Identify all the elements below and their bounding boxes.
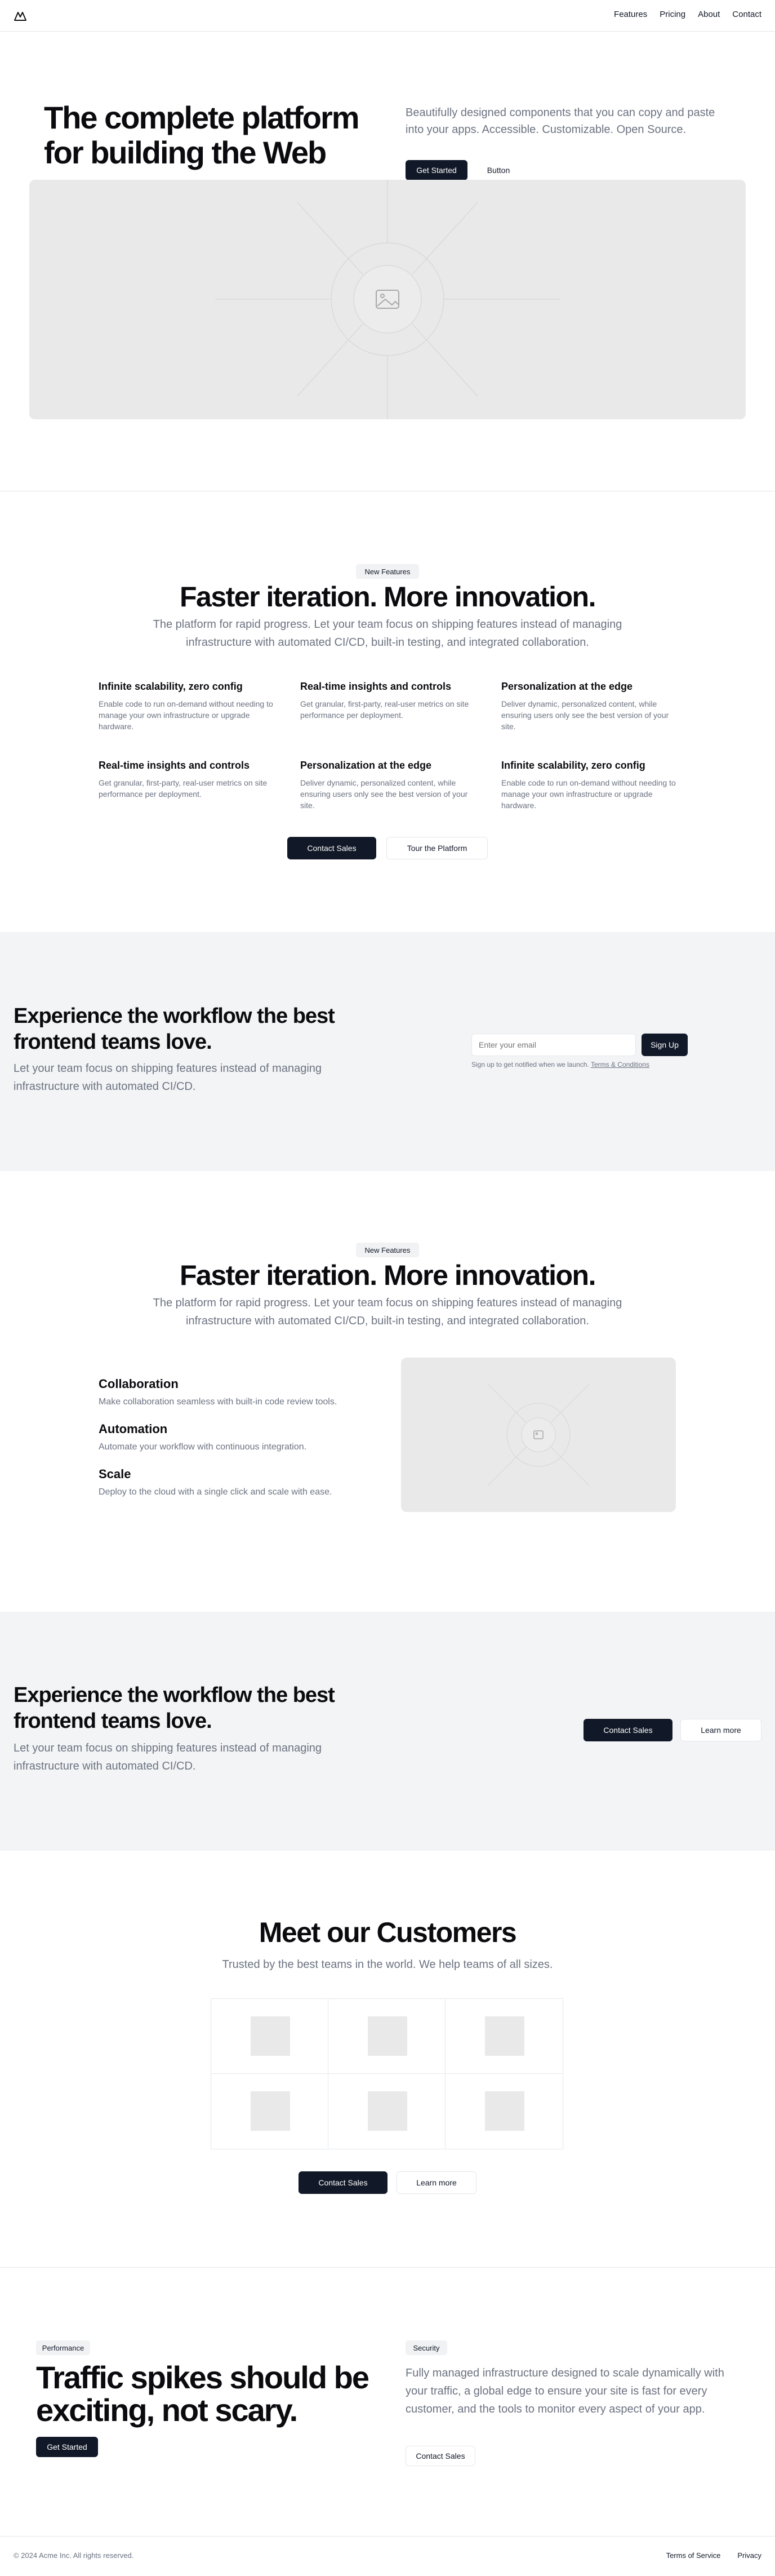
customers-title: Meet our Customers — [259, 1917, 517, 1948]
features2-subtitle: The platform for rapid progress. Let you… — [153, 1297, 622, 1327]
feature-title: Automation — [99, 1422, 168, 1436]
learn-more-button[interactable]: Learn more — [397, 2171, 476, 2194]
cta-subtitle: Let your team focus on shipping features… — [14, 1742, 322, 1772]
nav-features[interactable]: Features — [614, 10, 647, 19]
feature-text: Get granular, first-party, real-user met… — [99, 778, 268, 799]
customer-logo-cell — [211, 2074, 328, 2149]
new-features-badge: New Features — [356, 564, 419, 579]
feature-title: Infinite scalability, zero config — [99, 681, 243, 692]
customer-logo-cell — [446, 2074, 563, 2149]
performance-text: Fully managed infrastructure designed to… — [406, 2367, 724, 2415]
feature-text: Get granular, first-party, real-user met… — [300, 699, 469, 720]
feature-item-collaboration: Collaboration Make collaboration seamles… — [99, 1377, 391, 1407]
feature-text: Deploy to the cloud with a single click … — [99, 1487, 332, 1497]
feature-card: Real-time insights and controls Get gran… — [300, 681, 475, 721]
placeholder-graphic — [487, 1384, 590, 1486]
hero-title: The complete platform for building the W… — [44, 100, 360, 170]
copyright: © 2024 Acme Inc. All rights reserved. — [14, 2551, 134, 2560]
footer-terms-link[interactable]: Terms of Service — [666, 2551, 721, 2560]
features2-title: Faster iteration. More innovation. — [180, 1260, 596, 1291]
feature-item-scale: Scale Deploy to the cloud with a single … — [99, 1467, 391, 1497]
customer-logo — [251, 2016, 290, 2056]
feature-title: Personalization at the edge — [501, 681, 633, 692]
logo-icon[interactable] — [14, 9, 27, 23]
terms-link[interactable]: Terms & Conditions — [591, 1061, 649, 1068]
feature-card: Infinite scalability, zero config Enable… — [501, 760, 676, 811]
performance-title: Traffic spikes should be exciting, not s… — [36, 2360, 369, 2428]
footer-privacy-link[interactable]: Privacy — [737, 2551, 761, 2560]
nav-about[interactable]: About — [698, 10, 720, 19]
feature-title: Collaboration — [99, 1377, 179, 1391]
cta-subtitle: Let your team focus on shipping features… — [14, 1062, 322, 1093]
features-title: Faster iteration. More innovation. — [180, 581, 596, 613]
customer-logo-grid — [211, 1998, 563, 2149]
site-footer: © 2024 Acme Inc. All rights reserved. Te… — [0, 2536, 775, 2576]
features-subtitle: The platform for rapid progress. Let you… — [153, 618, 622, 649]
security-badge: Security — [406, 2340, 447, 2355]
customer-logo — [368, 2091, 407, 2131]
cta-title: Experience the workflow the best fronten… — [14, 1683, 335, 1733]
feature-card: Real-time insights and controls Get gran… — [99, 760, 273, 800]
performance-badge: Performance — [36, 2340, 90, 2355]
legal-text: Sign up to get notified when we launch. — [471, 1061, 589, 1068]
feature-title: Personalization at the edge — [300, 760, 432, 771]
feature-card: Infinite scalability, zero config Enable… — [99, 681, 273, 732]
email-field[interactable] — [471, 1034, 636, 1056]
customer-logo-cell — [328, 1999, 446, 2074]
feature-title: Real-time insights and controls — [99, 760, 250, 771]
contact-sales-button[interactable]: Contact Sales — [584, 1719, 672, 1741]
contact-sales-button[interactable]: Contact Sales — [299, 2171, 387, 2194]
hero-secondary-button[interactable]: Button — [474, 160, 523, 180]
tour-platform-button[interactable]: Tour the Platform — [386, 837, 488, 859]
feature-text: Make collaboration seamless with built-i… — [99, 1397, 337, 1407]
customer-logo-cell — [211, 1999, 328, 2074]
hero-subtitle: Beautifully designed components that you… — [406, 107, 715, 136]
customer-logo — [368, 2016, 407, 2056]
customer-logo-cell — [446, 1999, 563, 2074]
contact-sales-button[interactable]: Contact Sales — [406, 2446, 475, 2466]
feature-card: Personalization at the edge Deliver dyna… — [501, 681, 676, 732]
hero-image-placeholder — [29, 180, 746, 419]
feature-text: Automate your workflow with continuous i… — [99, 1442, 307, 1452]
feature-title: Real-time insights and controls — [300, 681, 452, 692]
nav-contact[interactable]: Contact — [732, 10, 761, 19]
customer-logo-cell — [328, 2074, 446, 2149]
feature-text: Deliver dynamic, personalized content, w… — [501, 699, 669, 731]
learn-more-button[interactable]: Learn more — [680, 1719, 761, 1741]
feature-item-automation: Automation Automate your workflow with c… — [99, 1422, 391, 1452]
site-header: Features Pricing About Contact — [0, 0, 775, 32]
sign-up-button[interactable]: Sign Up — [642, 1034, 688, 1056]
feature-text: Enable code to run on-demand without nee… — [501, 778, 676, 810]
feature-text: Deliver dynamic, personalized content, w… — [300, 778, 468, 810]
feature-title: Scale — [99, 1467, 131, 1481]
placeholder-graphic — [215, 180, 560, 419]
customer-logo — [251, 2091, 290, 2131]
feature-title: Infinite scalability, zero config — [501, 760, 645, 771]
section-divider — [0, 2267, 775, 2268]
footer-links: Terms of Service Privacy — [666, 2551, 761, 2560]
get-started-button[interactable]: Get Started — [36, 2437, 98, 2457]
contact-sales-button[interactable]: Contact Sales — [287, 837, 376, 859]
feature-card: Personalization at the edge Deliver dyna… — [300, 760, 475, 811]
get-started-button[interactable]: Get Started — [406, 160, 467, 180]
customer-logo — [485, 2016, 524, 2056]
main-nav: Features Pricing About Contact — [614, 10, 761, 19]
feature-text: Enable code to run on-demand without nee… — [99, 699, 273, 731]
cta-title: Experience the workflow the best fronten… — [14, 1004, 335, 1054]
feature-image-placeholder — [401, 1358, 676, 1512]
customer-logo — [485, 2091, 524, 2131]
nav-pricing[interactable]: Pricing — [660, 10, 685, 19]
signup-legal: Sign up to get notified when we launch. … — [471, 1061, 649, 1068]
new-features-badge: New Features — [356, 1243, 419, 1257]
customers-subtitle: Trusted by the best teams in the world. … — [222, 1958, 553, 1971]
